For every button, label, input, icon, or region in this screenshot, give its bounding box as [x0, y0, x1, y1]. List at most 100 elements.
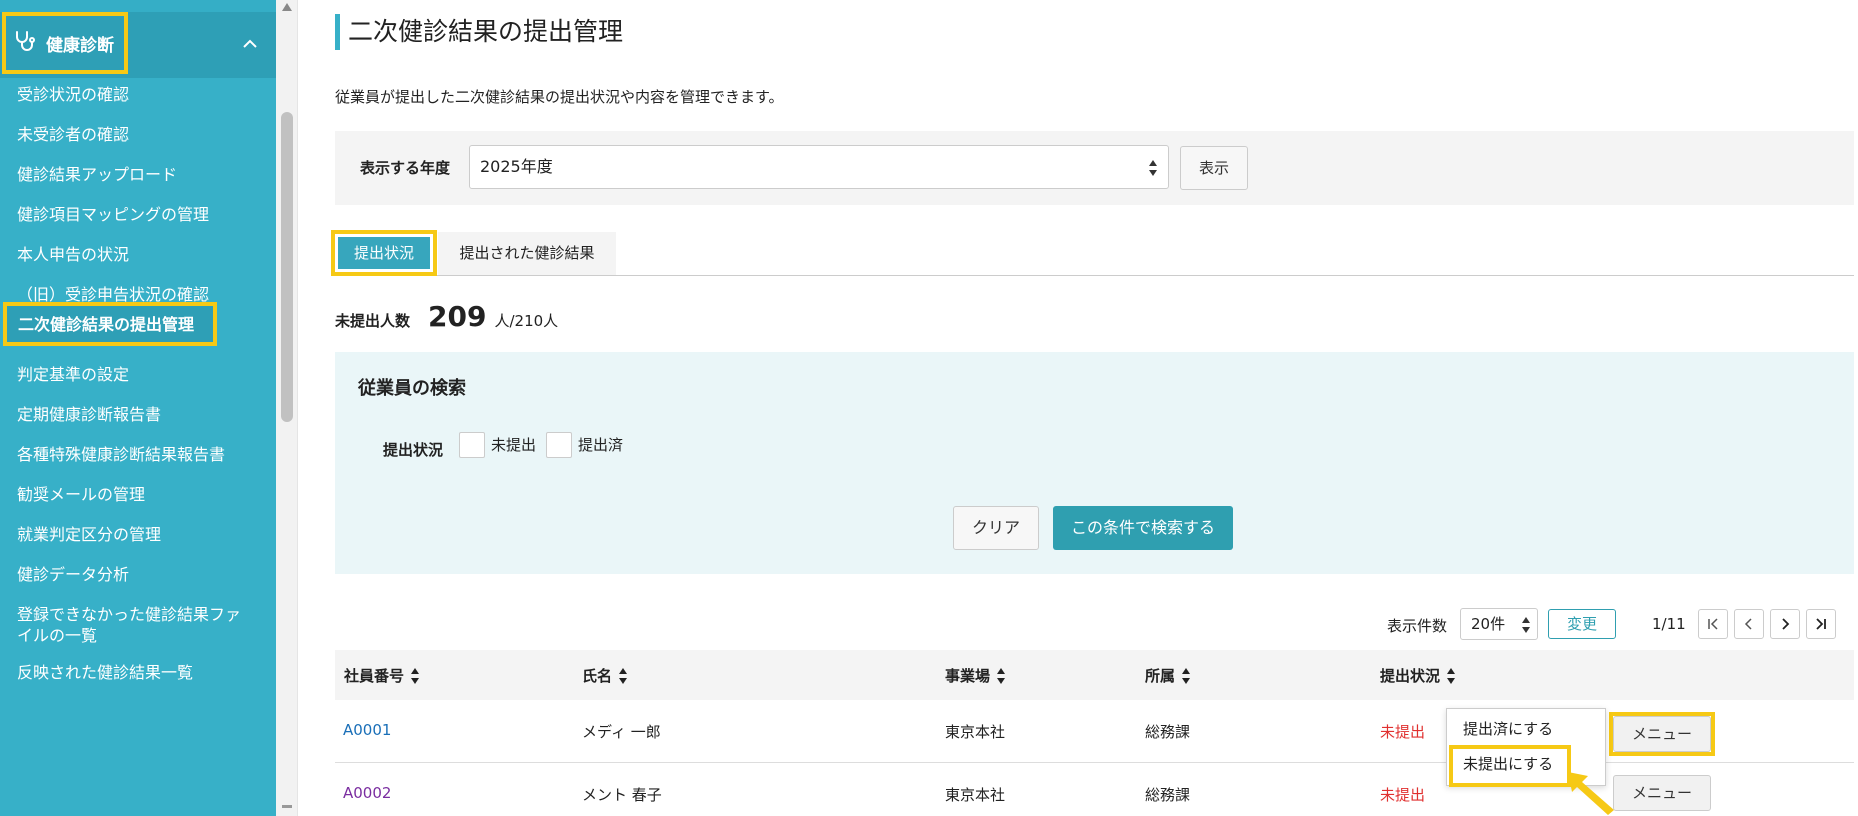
- unsubmitted-count: 未提出人数 209 人/210人: [335, 300, 558, 336]
- menu-button-highlight: メニュー: [1609, 712, 1715, 756]
- scroll-thumb[interactable]: [281, 112, 293, 422]
- employee-search-panel: 従業員の検索 提出状況 未提出 提出済 クリア この条件で検索する: [335, 352, 1854, 574]
- th-office-label: 事業場: [945, 667, 991, 685]
- year-show-button[interactable]: 表示: [1180, 146, 1248, 190]
- employee-id-link[interactable]: A0001: [343, 721, 391, 739]
- pointer-arrow-icon: [1568, 772, 1614, 815]
- menu-button[interactable]: メニュー: [1613, 716, 1711, 752]
- scroll-up-arrow-icon[interactable]: [282, 3, 292, 11]
- last-page-icon: [1816, 618, 1826, 630]
- employee-office: 東京本社: [945, 723, 1006, 741]
- tab-highlight: 提出状況: [331, 230, 437, 276]
- search-status-label: 提出状況: [383, 441, 444, 459]
- stethoscope-icon: [12, 29, 36, 57]
- checkbox-submitted[interactable]: [546, 432, 572, 458]
- page-title-accent: [335, 14, 340, 50]
- sort-icon: [1182, 667, 1191, 684]
- year-select-value: 2025年度: [480, 157, 553, 176]
- sidebar-item-reflected-results[interactable]: 反映された健診結果一覧: [0, 662, 276, 683]
- count-label: 未提出人数: [335, 312, 411, 330]
- table-header: 社員番号 氏名 事業場 所属 提出状況: [335, 650, 1854, 700]
- clear-button[interactable]: クリア: [953, 506, 1039, 550]
- tab-bar: 提出状況 提出された健診結果: [331, 230, 1854, 276]
- sidebar-item-work-class[interactable]: 就業判定区分の管理: [0, 524, 276, 545]
- employee-dept: 総務課: [1145, 723, 1191, 741]
- th-employee-id-label: 社員番号: [344, 667, 405, 685]
- section-head-highlight[interactable]: 健康診断: [2, 12, 128, 74]
- count-unit: 人/210人: [494, 312, 559, 330]
- sidebar-item-failed-files[interactable]: 登録できなかった健診結果ファ イルの一覧: [0, 604, 276, 646]
- checkbox-submitted-label: 提出済: [578, 436, 624, 454]
- sidebar-item-upload[interactable]: 健診結果アップロード: [0, 164, 276, 185]
- per-page-value: 20件: [1471, 615, 1506, 633]
- search-button[interactable]: この条件で検索する: [1053, 506, 1233, 550]
- year-label: 表示する年度: [360, 159, 451, 177]
- page-description: 従業員が提出した二次健診結果の提出状況や内容を管理できます。: [335, 88, 784, 106]
- sort-icon: [1447, 667, 1456, 684]
- year-select[interactable]: 2025年度: [469, 145, 1169, 189]
- chevron-up-icon[interactable]: [240, 34, 260, 54]
- sidebar-item-failed-files-line2: イルの一覧: [17, 626, 98, 645]
- sidebar: 健康診断 受診状況の確認 未受診者の確認 健診結果アップロード 健診項目マッピン…: [0, 0, 276, 816]
- count-value: 209: [428, 300, 487, 333]
- select-arrows-icon: [1522, 617, 1530, 633]
- sort-icon: [619, 667, 628, 684]
- select-arrows-icon: [1149, 160, 1157, 176]
- menu-button[interactable]: メニュー: [1613, 775, 1711, 811]
- th-office[interactable]: 事業場: [945, 665, 1006, 686]
- sidebar-item-periodic-report[interactable]: 定期健康診断報告書: [0, 404, 276, 425]
- page-info: 1/11: [1652, 615, 1686, 633]
- search-title: 従業員の検索: [358, 378, 466, 399]
- sidebar-item-reminder-mail[interactable]: 勧奨メールの管理: [0, 484, 276, 505]
- sidebar-item-self-report[interactable]: 本人申告の状況: [0, 244, 276, 265]
- th-status[interactable]: 提出状況: [1380, 665, 1456, 686]
- pager-row: 表示件数 20件 変更 1/11: [298, 607, 1858, 641]
- prev-page-icon: [1744, 618, 1752, 630]
- next-page-icon: [1782, 618, 1790, 630]
- sort-icon: [411, 667, 420, 684]
- th-name[interactable]: 氏名: [582, 665, 628, 686]
- th-dept[interactable]: 所属: [1145, 665, 1191, 686]
- dropdown-item-mark-submitted[interactable]: 提出済にする: [1463, 718, 1553, 739]
- submission-status: 未提出: [1380, 723, 1426, 741]
- th-employee-id[interactable]: 社員番号: [344, 665, 420, 686]
- sidebar-item-special-report[interactable]: 各種特殊健康診断結果報告書: [0, 444, 276, 465]
- sidebar-item-secondary-results[interactable]: 二次健診結果の提出管理: [3, 302, 217, 346]
- employee-name: メント 春子: [582, 786, 662, 804]
- page-title: 二次健診結果の提出管理: [348, 17, 624, 46]
- sidebar-item-mapping[interactable]: 健診項目マッピングの管理: [0, 204, 276, 225]
- scroll-down-arrow-icon[interactable]: [282, 805, 292, 808]
- sidebar-item-exam-status[interactable]: 受診状況の確認: [0, 84, 276, 105]
- table-row: A0002 メント 春子 東京本社 総務課 未提出 メニュー: [335, 763, 1854, 816]
- sidebar-item-criteria[interactable]: 判定基準の設定: [0, 364, 276, 385]
- year-filter-panel: 表示する年度 2025年度 表示: [335, 131, 1854, 205]
- checkbox-unsubmitted[interactable]: [459, 432, 485, 458]
- sidebar-item-unexamined[interactable]: 未受診者の確認: [0, 124, 276, 145]
- section-title: 健康診断: [46, 35, 114, 56]
- checkbox-unsubmitted-label: 未提出: [491, 436, 537, 454]
- per-page-select[interactable]: 20件: [1460, 608, 1538, 640]
- prev-page-button[interactable]: [1734, 609, 1764, 639]
- employee-office: 東京本社: [945, 786, 1006, 804]
- main-content: 二次健診結果の提出管理 従業員が提出した二次健診結果の提出状況や内容を管理できま…: [298, 0, 1858, 816]
- tab-submission-status[interactable]: 提出状況: [338, 237, 430, 269]
- dropdown-item-mark-unsubmitted[interactable]: 未提出にする: [1463, 753, 1553, 774]
- sidebar-section-health-check[interactable]: 健康診断: [0, 12, 276, 78]
- employee-id-link[interactable]: A0002: [343, 784, 391, 802]
- employee-dept: 総務課: [1145, 786, 1191, 804]
- submission-status: 未提出: [1380, 786, 1426, 804]
- change-button[interactable]: 変更: [1548, 609, 1616, 639]
- last-page-button[interactable]: [1806, 609, 1836, 639]
- next-page-button[interactable]: [1770, 609, 1800, 639]
- sort-icon: [997, 667, 1006, 684]
- first-page-button[interactable]: [1698, 609, 1728, 639]
- sidebar-scrollbar[interactable]: [276, 0, 298, 816]
- tab-submitted-results[interactable]: 提出された健診結果: [438, 232, 616, 275]
- th-status-label: 提出状況: [1380, 667, 1441, 685]
- per-page-label: 表示件数: [1387, 617, 1448, 635]
- employee-name: メディ 一郎: [582, 723, 661, 741]
- sidebar-top-strip: [0, 0, 276, 12]
- first-page-icon: [1708, 618, 1718, 630]
- sidebar-item-analysis[interactable]: 健診データ分析: [0, 564, 276, 585]
- th-dept-label: 所属: [1145, 667, 1176, 685]
